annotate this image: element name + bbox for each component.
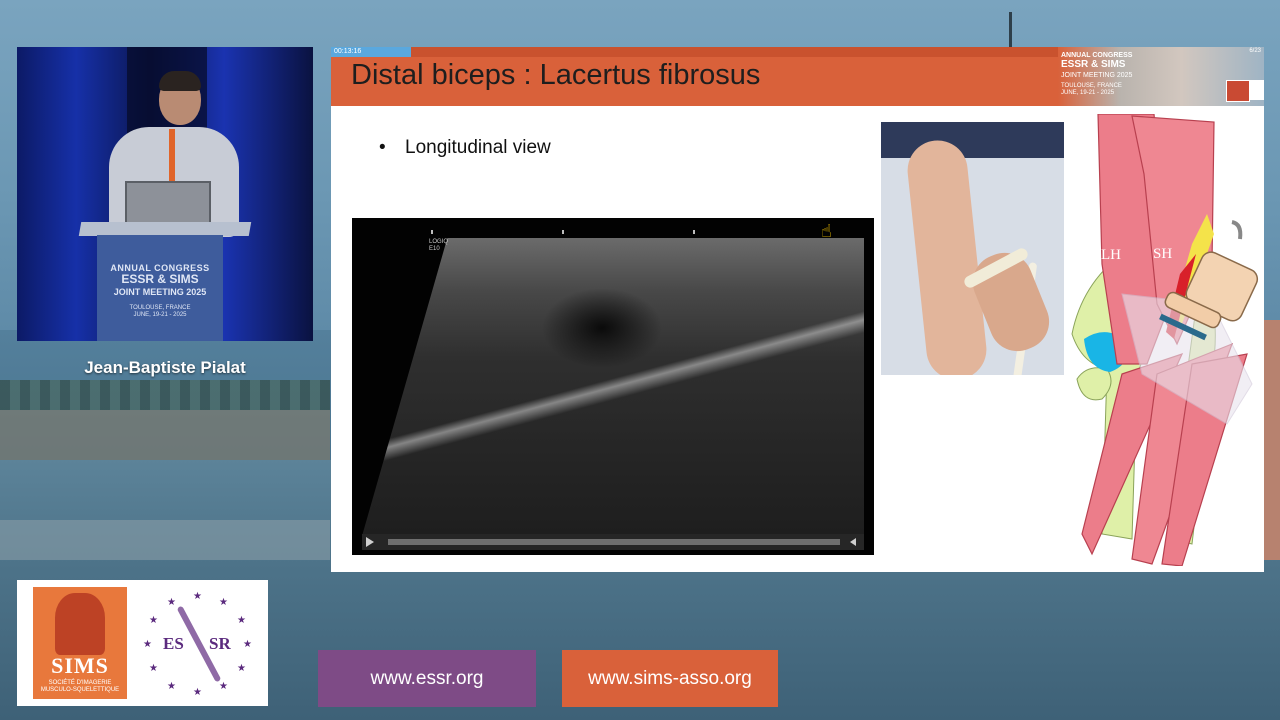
podium: ANNUAL CONGRESS ESSR & SIMS JOINT MEETIN… (97, 235, 223, 341)
sims-logo: SIMS SOCIÉTÉ D'IMAGERIE MUSCULO-SQUELETT… (33, 587, 127, 699)
speaker-name: Jean-Baptiste Pialat (84, 358, 246, 377)
bullet-dot: • (379, 137, 386, 158)
photo-shirt (881, 122, 1064, 158)
banner-essr-logo (1250, 80, 1264, 100)
podium-top (78, 222, 252, 236)
ultrasound-logo-line1: LOGIQ (429, 239, 449, 245)
probe-position-photo (881, 122, 1064, 375)
essr-logo: ★ ★ ★ ★ ★ ★ ★ ★ ★ ★ ★ ★ ES SR (141, 590, 259, 698)
presentation-slide: 00:13:16 Distal biceps : Lacertus fibros… (331, 47, 1264, 572)
ultrasound-machine-label: LOGIQ E10 (429, 239, 448, 253)
speaker-lanyard (169, 129, 175, 189)
slide-title: Distal biceps : Lacertus fibrosus (351, 59, 761, 91)
slide-timer: 00:13:16 (334, 48, 362, 55)
essr-star-icon: ★ (237, 615, 246, 626)
ultrasound-depth-tick (562, 230, 564, 234)
podium-line4: TOULOUSE, FRANCE (129, 305, 191, 311)
background-bridge (0, 380, 330, 410)
ultrasound-image (362, 238, 864, 536)
essr-star-icon: ★ (193, 687, 202, 698)
video-controls (362, 534, 864, 550)
essr-star-icon: ★ (149, 615, 158, 626)
sims-logo-sub2: MUSCULO-SQUELETTIQUE (40, 687, 120, 693)
essr-star-icon: ★ (219, 597, 228, 608)
essr-star-icon: ★ (243, 639, 252, 650)
anatomy-illustration: LH SH (1062, 114, 1264, 566)
podium-line5: JUNE, 19-21 - 2025 (133, 312, 187, 318)
sponsor-logo-panel: SIMS SOCIÉTÉ D'IMAGERIE MUSCULO-SQUELETT… (17, 580, 268, 706)
banner-line5: JUNE, 19-21 - 2025 (1061, 90, 1115, 96)
essr-star-icon: ★ (237, 663, 246, 674)
sims-logo-figure (55, 593, 105, 655)
banner-line2: ESSR & SIMS (1061, 59, 1126, 70)
rewind-icon[interactable] (850, 538, 856, 546)
play-icon[interactable] (366, 537, 374, 547)
essr-star-icon: ★ (167, 681, 176, 692)
anatomy-drawing (1071, 114, 1259, 566)
video-seek-bar[interactable] (388, 539, 840, 545)
slide-bullet: • Longitudinal view (379, 137, 551, 159)
background-building (1264, 320, 1280, 560)
sims-logo-subtitle: SOCIÉTÉ D'IMAGERIE MUSCULO-SQUELETTIQUE (33, 680, 127, 694)
banner-line4: TOULOUSE, FRANCE (1061, 83, 1122, 89)
sims-logo-text: SIMS (51, 653, 109, 678)
essr-star-icon: ★ (149, 663, 158, 674)
label-long-head: LH (1101, 247, 1121, 263)
ultrasound-video[interactable]: LOGIQ E10 (352, 218, 874, 555)
congress-banner: 6/23 ANNUAL CONGRESS ESSR & SIMS JOINT M… (1058, 47, 1264, 106)
banner-line3: JOINT MEETING 2025 (1061, 72, 1133, 79)
essr-logo-es: ES (163, 634, 184, 653)
photo-forearm (904, 137, 990, 375)
essr-star-icon: ★ (219, 681, 228, 692)
essr-star-icon: ★ (193, 591, 202, 602)
sims-website-link[interactable]: www.sims-asso.org (562, 650, 778, 707)
banner-sims-logo (1226, 80, 1250, 102)
hand-pointer-icon: ☝ (821, 221, 832, 241)
ultrasound-depth-tick (431, 230, 433, 234)
ultrasound-logo-line2: E10 (429, 246, 440, 252)
essr-logo-sr: SR (209, 634, 231, 653)
sims-logo-sub1: SOCIÉTÉ D'IMAGERIE (48, 680, 112, 686)
banner-line1: ANNUAL CONGRESS (1061, 52, 1133, 59)
background-quay (0, 410, 330, 460)
slide-header: 00:13:16 Distal biceps : Lacertus fibros… (331, 47, 1058, 106)
podium-line2: ESSR & SIMS (121, 272, 199, 286)
podium-line3: JOINT MEETING 2025 (113, 287, 207, 297)
speaker-video: ANNUAL CONGRESS ESSR & SIMS JOINT MEETIN… (17, 47, 313, 341)
slide-progress-track (331, 47, 1058, 57)
bullet-text: Longitudinal view (405, 137, 551, 158)
background-tower (1009, 12, 1012, 48)
ultrasound-depth-tick (693, 230, 695, 234)
background-weir (0, 520, 330, 560)
essr-star-icon: ★ (143, 639, 152, 650)
label-short-head: SH (1153, 246, 1173, 262)
essr-website-link[interactable]: www.essr.org (318, 650, 536, 707)
slide-page-number: 6/23 (1249, 48, 1261, 54)
essr-star-icon: ★ (167, 597, 176, 608)
speaker-hair (159, 71, 201, 91)
